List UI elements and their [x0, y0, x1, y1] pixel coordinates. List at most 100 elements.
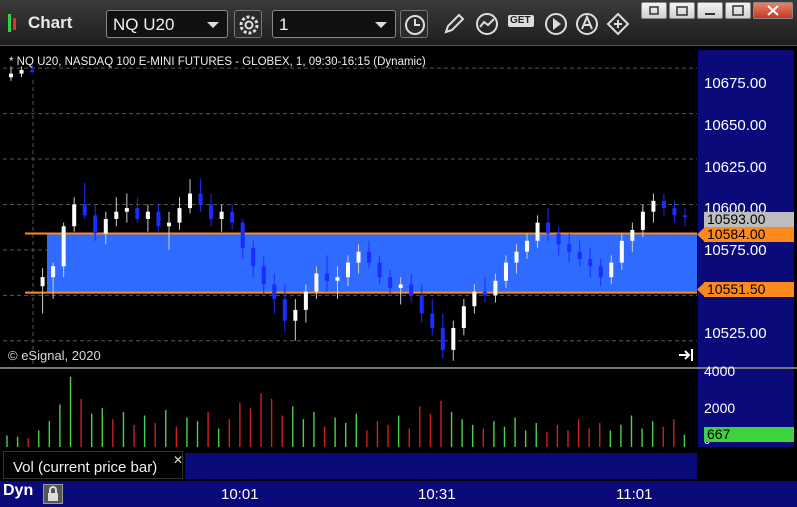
- candle-body: [303, 291, 308, 310]
- close-button[interactable]: [753, 2, 793, 19]
- candle-body: [72, 204, 77, 227]
- interval-value: 1: [279, 15, 289, 34]
- symbol-combo[interactable]: NQ U20: [106, 10, 228, 38]
- candle-body: [82, 204, 87, 216]
- clock-button[interactable]: [400, 10, 428, 38]
- link-button[interactable]: [604, 10, 632, 38]
- candle-body: [514, 251, 519, 263]
- study-button[interactable]: [473, 10, 501, 38]
- maximize-button[interactable]: [725, 2, 751, 19]
- band-top-tag: 10584.00: [704, 227, 794, 242]
- price-tick: 10650.00: [704, 117, 767, 134]
- candle-body: [251, 248, 256, 267]
- volume-tick: 4000: [704, 363, 736, 379]
- candle-body: [19, 69, 24, 74]
- price-axis[interactable]: 10675.00 10650.00 10625.00 10600.00 1057…: [698, 50, 794, 368]
- candle-body: [388, 277, 393, 289]
- time-tick: 10:01: [221, 486, 259, 503]
- candle-body: [293, 309, 298, 321]
- band-bottom-tag: 10551.50: [704, 282, 794, 297]
- chevron-down-icon[interactable]: [207, 22, 219, 28]
- scroll-to-end-icon[interactable]: [677, 347, 695, 363]
- price-tick: 10525.00: [704, 325, 767, 342]
- candle-body: [493, 280, 498, 296]
- candle-body: [61, 226, 66, 267]
- time-tick: 10:31: [418, 486, 456, 503]
- candle-body: [409, 284, 414, 296]
- gear-icon: [239, 15, 259, 35]
- study-pane: [185, 453, 697, 479]
- price-band: [47, 233, 697, 293]
- time-axis[interactable]: [0, 481, 797, 507]
- candle-body: [356, 251, 361, 263]
- clock-icon: [405, 15, 425, 35]
- candle-body: [461, 306, 466, 329]
- volume-panel[interactable]: [3, 369, 697, 447]
- alert-button[interactable]: [573, 10, 601, 38]
- lock-button[interactable]: [43, 484, 63, 504]
- candle-body: [588, 258, 593, 267]
- restore-button[interactable]: [669, 2, 695, 19]
- copyright-text: © eSignal, 2020: [8, 348, 101, 363]
- candle-body: [346, 262, 350, 278]
- candle-body: [93, 215, 98, 234]
- price-tick: 10675.00: [704, 75, 767, 92]
- price-tick: 10625.00: [704, 159, 767, 176]
- price-chart[interactable]: [3, 50, 697, 368]
- candle-body: [609, 262, 614, 278]
- candle-body: [451, 328, 456, 350]
- maximize-icon: [732, 5, 744, 16]
- minimize-button[interactable]: [697, 2, 723, 19]
- title-bar: Chart NQ U20 1 GET: [0, 0, 797, 46]
- minimize-icon: [705, 13, 715, 15]
- candle-body: [577, 251, 582, 259]
- candle-body: [535, 222, 540, 241]
- candle-body: [30, 69, 35, 72]
- candle-body: [314, 273, 319, 292]
- play-icon: [545, 13, 567, 35]
- interval-combo[interactable]: 1: [272, 10, 396, 38]
- trend-icon: [476, 13, 498, 35]
- candle-body: [598, 266, 603, 278]
- candle-body: [661, 200, 666, 209]
- time-tick: 11:01: [616, 486, 653, 503]
- play-button[interactable]: [542, 10, 570, 38]
- candle-body: [40, 277, 45, 287]
- price-panel[interactable]: [3, 50, 697, 368]
- dynamic-mode-label[interactable]: Dyn: [3, 482, 33, 500]
- candle-body: [230, 211, 235, 223]
- candle-body: [188, 193, 193, 209]
- candle-body: [683, 215, 687, 218]
- volume-chart[interactable]: [3, 369, 697, 447]
- candle-body: [145, 211, 150, 219]
- candle-body: [419, 295, 424, 314]
- pencil-icon: [444, 13, 465, 34]
- link-icon: [606, 12, 630, 36]
- candle-body: [166, 222, 171, 227]
- study-label[interactable]: Vol (current price bar): [3, 451, 183, 479]
- menu-button[interactable]: [641, 2, 667, 19]
- candle-body: [103, 218, 108, 234]
- get-data-button[interactable]: GET: [506, 10, 536, 38]
- price-tick: 10575.00: [704, 242, 767, 259]
- candle-body: [209, 204, 214, 219]
- candle-body: [640, 211, 645, 230]
- chevron-down-icon[interactable]: [375, 22, 387, 28]
- settings-button[interactable]: [234, 10, 262, 38]
- app-title: Chart: [28, 13, 73, 32]
- candle-body: [324, 273, 329, 281]
- candle-body: [567, 244, 572, 252]
- close-icon: [767, 5, 779, 16]
- candle-body: [503, 262, 508, 281]
- draw-tool-button[interactable]: [440, 10, 468, 38]
- band-bottom-pointer: [697, 282, 705, 297]
- candle-body: [272, 284, 277, 299]
- restore-icon: [676, 6, 688, 16]
- close-icon[interactable]: ✕: [173, 453, 183, 467]
- candle-body: [556, 233, 561, 245]
- candle-body: [482, 291, 487, 296]
- candle-body: [156, 211, 161, 227]
- volume-tick: 2000: [704, 400, 736, 416]
- candle-body: [198, 193, 203, 205]
- candle-body: [630, 229, 635, 241]
